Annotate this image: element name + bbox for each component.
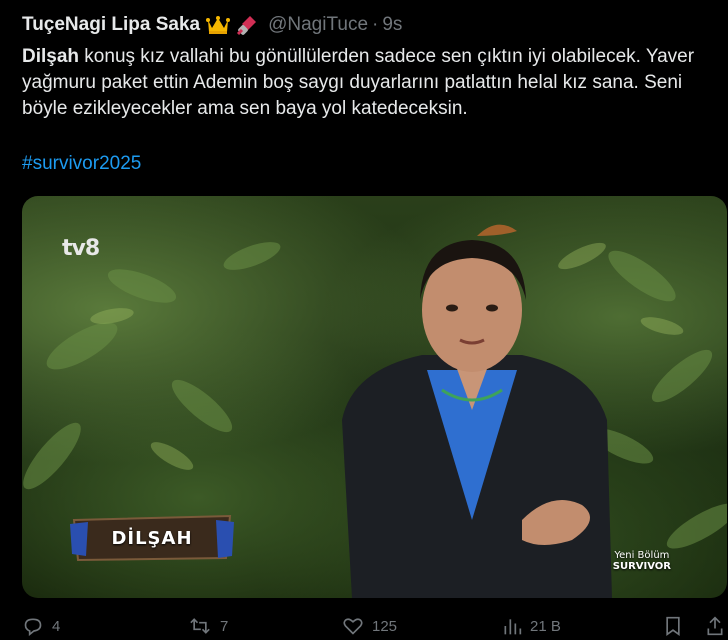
heart-icon [343,618,363,635]
nameplate-text: DİLŞAH [111,527,193,549]
channel-logo: tv8 [62,236,100,261]
tweet-header: TuçeNagi Lipa Saka @NagiTuce · 9s [22,12,402,38]
show-tag-line1: Yeni Bölüm [614,550,670,561]
bookmark-button[interactable] [664,616,682,636]
views-button[interactable]: 21 B [502,616,561,636]
retweet-icon [190,618,210,634]
tweet-text-body: konuş kız vallahi bu gönüllülerden sadec… [22,46,695,119]
tweet-media-video[interactable]: tv8 DİLŞAH Yeni Bölüm SURVIVOR [22,196,727,598]
views-count: 21 B [530,617,561,635]
nail-polish-icon [236,14,260,36]
timestamp[interactable]: 9s [382,14,402,36]
views-chart-icon [504,619,522,635]
bookmark-icon [666,616,680,636]
tweet-action-bar: 4 7 125 21 B [22,614,724,640]
reply-button[interactable]: 4 [22,616,60,636]
author-handle[interactable]: @NagiTuce [268,14,368,36]
show-tag-line2: SURVIVOR [612,561,671,572]
reply-icon [24,618,42,636]
separator-dot: · [372,14,379,35]
retweet-button[interactable]: 7 [188,616,228,636]
like-button[interactable]: 125 [342,616,397,636]
share-icon [707,616,723,636]
tweet-text-mention: Dilşah [22,46,80,67]
hashtag-link[interactable]: #survivor2025 [22,153,141,175]
person-figure [342,240,612,598]
contestant-nameplate: DİLŞAH [70,514,234,562]
retweet-count: 7 [220,617,229,635]
reply-count: 4 [52,617,61,635]
crown-icon [206,14,231,36]
like-count: 125 [372,617,398,635]
author-name[interactable]: TuçeNagi Lipa Saka [22,14,200,36]
tweet-text: Dilşah konuş kız vallahi bu gönüllülerde… [22,44,712,122]
share-button[interactable] [706,616,724,636]
show-tag: Yeni Bölüm SURVIVOR [613,550,671,572]
